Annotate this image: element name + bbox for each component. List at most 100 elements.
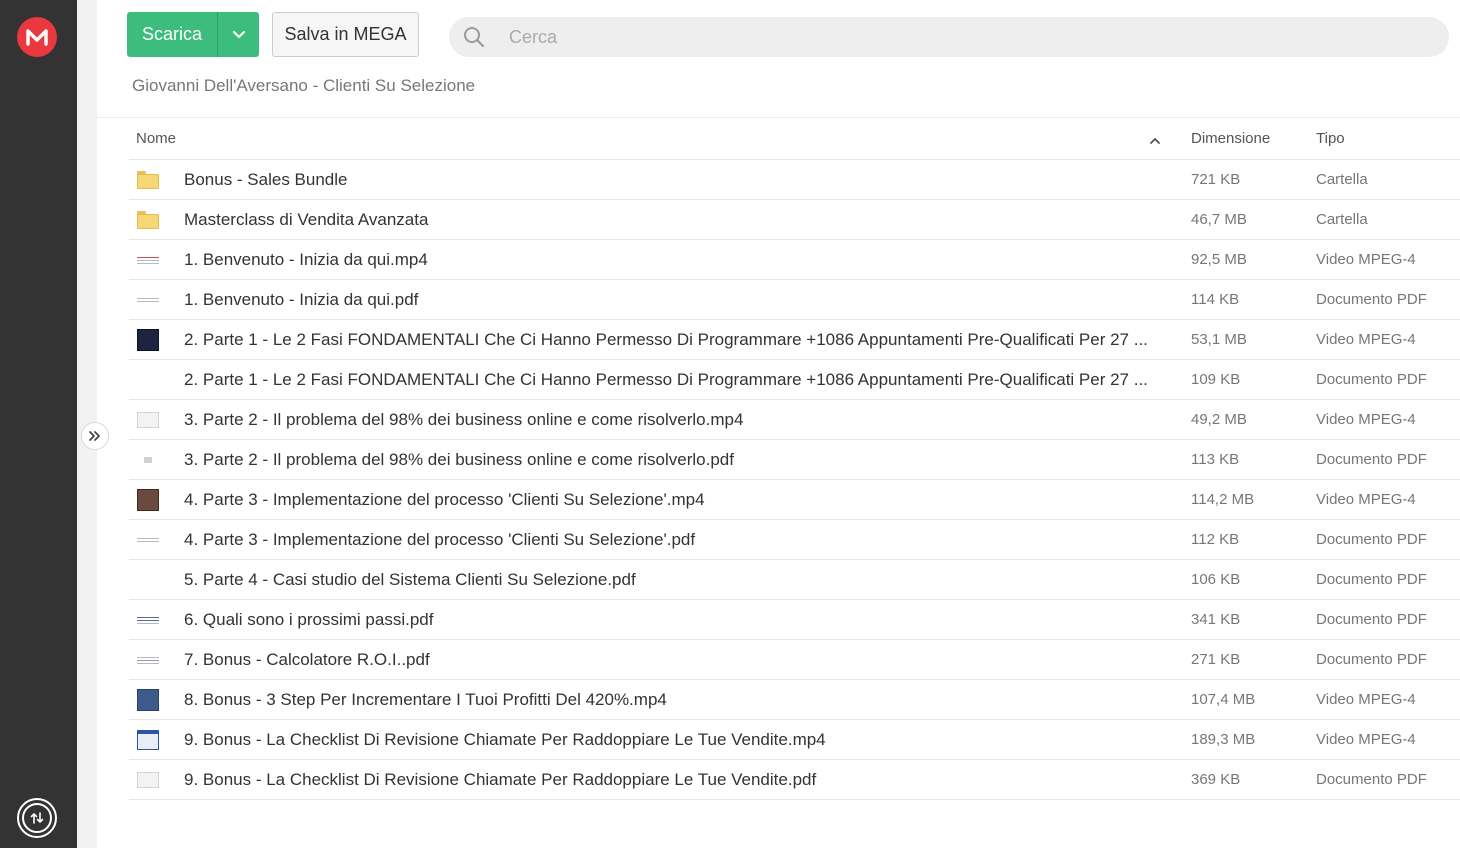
chevron-down-icon [232,30,245,39]
search-bar[interactable] [449,17,1449,57]
video-thumbnail [137,249,159,271]
table-row[interactable]: 1. Benvenuto - Inizia da qui.mp4 92,5 MB… [129,240,1460,280]
file-type: Documento PDF [1316,291,1427,308]
mega-logo[interactable] [17,17,57,57]
table-row[interactable]: Bonus - Sales Bundle 721 KB Cartella [129,160,1460,200]
table-header: Nome Dimensione Tipo [129,118,1460,160]
file-name: 2. Parte 1 - Le 2 Fasi FONDAMENTALI Che … [184,330,1148,349]
table-row[interactable]: 3. Parte 2 - Il problema del 98% dei bus… [129,440,1460,480]
file-type: Cartella [1316,211,1368,228]
column-header-size[interactable]: Dimensione [1191,130,1270,147]
download-button[interactable]: Scarica [127,12,259,57]
file-size: 49,2 MB [1191,411,1247,428]
file-size: 271 KB [1191,651,1241,668]
pdf-thumbnail [137,289,159,311]
file-name: 7. Bonus - Calcolatore R.O.I..pdf [184,650,430,669]
file-size: 109 KB [1191,371,1241,388]
download-options-dropdown[interactable] [218,12,259,57]
file-name: 9. Bonus - La Checklist Di Revisione Chi… [184,730,826,749]
column-header-type[interactable]: Tipo [1316,130,1345,147]
file-size: 92,5 MB [1191,251,1247,268]
file-name: 1. Benvenuto - Inizia da qui.mp4 [184,250,428,269]
search-input[interactable] [509,26,1409,48]
file-list: Bonus - Sales Bundle 721 KB Cartella Mas… [129,160,1460,800]
search-icon [449,26,499,48]
table-row[interactable]: 6. Quali sono i prossimi passi.pdf 341 K… [129,600,1460,640]
table-row[interactable]: Masterclass di Vendita Avanzata 46,7 MB … [129,200,1460,240]
file-size: 369 KB [1191,771,1241,788]
table-row[interactable]: 2. Parte 1 - Le 2 Fasi FONDAMENTALI Che … [129,360,1460,400]
pdf-thumbnail [137,369,159,391]
pdf-thumbnail [137,449,159,471]
file-type: Documento PDF [1316,451,1427,468]
file-type: Documento PDF [1316,571,1427,588]
file-name: Bonus - Sales Bundle [184,170,348,189]
file-size: 106 KB [1191,571,1241,588]
pdf-thumbnail [137,529,159,551]
pdf-thumbnail [137,769,159,791]
file-size: 341 KB [1191,611,1241,628]
column-header-name[interactable]: Nome [136,130,176,147]
save-to-mega-button[interactable]: Salva in MEGA [272,12,419,57]
table-row[interactable]: 4. Parte 3 - Implementazione del process… [129,480,1460,520]
file-type: Documento PDF [1316,531,1427,548]
file-size: 112 KB [1191,531,1240,548]
table-row[interactable]: 2. Parte 1 - Le 2 Fasi FONDAMENTALI Che … [129,320,1460,360]
pdf-thumbnail [137,569,159,591]
video-thumbnail [137,329,159,351]
file-size: 114,2 MB [1191,491,1255,508]
file-size: 107,4 MB [1191,691,1256,708]
transfer-arrows-icon [30,812,44,824]
file-type: Video MPEG-4 [1316,691,1416,708]
file-name: 3. Parte 2 - Il problema del 98% dei bus… [184,410,744,429]
transfer-manager-button[interactable] [17,798,57,838]
file-size: 721 KB [1191,171,1241,188]
file-size: 53,1 MB [1191,331,1247,348]
file-name: 4. Parte 3 - Implementazione del process… [184,490,705,509]
file-type: Documento PDF [1316,651,1427,668]
file-name: 5. Parte 4 - Casi studio del Sistema Cli… [184,570,636,589]
mega-m-icon [26,29,48,46]
file-size: 46,7 MB [1191,211,1247,228]
table-row[interactable]: 4. Parte 3 - Implementazione del process… [129,520,1460,560]
file-type: Video MPEG-4 [1316,731,1416,748]
table-row[interactable]: 3. Parte 2 - Il problema del 98% dei bus… [129,400,1460,440]
breadcrumb[interactable]: Giovanni Dell'Aversano - Clienti Su Sele… [132,76,475,96]
video-thumbnail [137,729,159,751]
sort-ascending-icon[interactable] [1149,132,1161,149]
table-row[interactable]: 9. Bonus - La Checklist Di Revisione Chi… [129,720,1460,760]
folder-icon [137,169,159,191]
pdf-thumbnail [137,649,159,671]
file-size: 189,3 MB [1191,731,1256,748]
file-type: Video MPEG-4 [1316,251,1416,268]
file-size: 114 KB [1191,291,1240,308]
file-type: Video MPEG-4 [1316,411,1416,428]
pdf-thumbnail [137,609,159,631]
file-name: 1. Benvenuto - Inizia da qui.pdf [184,290,419,309]
video-thumbnail [137,689,159,711]
file-name: 3. Parte 2 - Il problema del 98% dei bus… [184,450,734,469]
table-row[interactable]: 7. Bonus - Calcolatore R.O.I..pdf 271 KB… [129,640,1460,680]
table-row[interactable]: 5. Parte 4 - Casi studio del Sistema Cli… [129,560,1460,600]
file-size: 113 KB [1191,451,1240,468]
file-type: Documento PDF [1316,371,1427,388]
file-type: Cartella [1316,171,1368,188]
main-panel: Scarica Salva in MEGA Giovanni Dell'Aver… [97,0,1460,848]
file-name: 4. Parte 3 - Implementazione del process… [184,530,696,549]
table-row[interactable]: 8. Bonus - 3 Step Per Incrementare I Tuo… [129,680,1460,720]
video-thumbnail [137,489,159,511]
left-sidebar [0,0,77,848]
file-name: Masterclass di Vendita Avanzata [184,210,429,229]
video-thumbnail [137,409,159,431]
table-row[interactable]: 9. Bonus - La Checklist Di Revisione Chi… [129,760,1460,800]
file-name: 8. Bonus - 3 Step Per Incrementare I Tuo… [184,690,667,709]
file-type: Video MPEG-4 [1316,491,1416,508]
folder-icon [137,209,159,231]
file-name: 9. Bonus - La Checklist Di Revisione Chi… [184,770,817,789]
table-row[interactable]: 1. Benvenuto - Inizia da qui.pdf 114 KB … [129,280,1460,320]
file-type: Video MPEG-4 [1316,331,1416,348]
file-name: 2. Parte 1 - Le 2 Fasi FONDAMENTALI Che … [184,370,1148,389]
download-label: Scarica [141,24,203,44]
file-name: 6. Quali sono i prossimi passi.pdf [184,610,434,629]
file-type: Documento PDF [1316,771,1427,788]
